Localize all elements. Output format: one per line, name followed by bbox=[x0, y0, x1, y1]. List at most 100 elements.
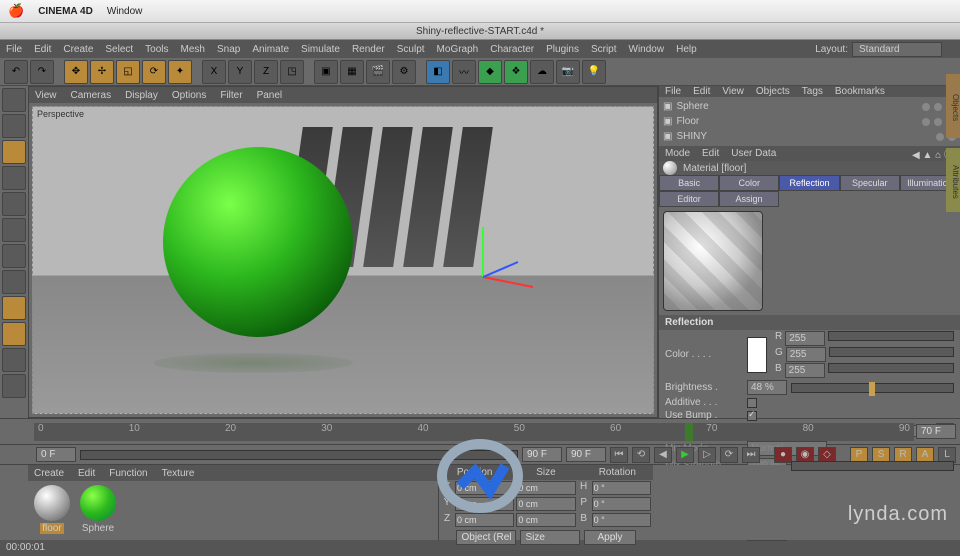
vp-menu-display[interactable]: Display bbox=[125, 90, 158, 101]
vp-menu-cameras[interactable]: Cameras bbox=[71, 90, 112, 101]
goto-end-button[interactable]: ⏭ bbox=[742, 447, 760, 463]
vp-menu-panel[interactable]: Panel bbox=[257, 90, 283, 101]
apple-icon[interactable]: 🍎 bbox=[8, 3, 24, 19]
camera-button[interactable]: 📷 bbox=[556, 60, 580, 84]
redo-button[interactable]: ↷ bbox=[30, 60, 54, 84]
menu-create[interactable]: Create bbox=[63, 44, 93, 55]
r-slider[interactable] bbox=[828, 331, 954, 341]
object-row-sphere[interactable]: ▣Sphere bbox=[663, 99, 956, 114]
mac-menu-window[interactable]: Window bbox=[107, 6, 143, 17]
range-slider[interactable] bbox=[80, 450, 518, 460]
axis-x-button[interactable]: X bbox=[202, 60, 226, 84]
om-objects[interactable]: Objects bbox=[756, 86, 790, 97]
mm-texture[interactable]: Texture bbox=[162, 468, 195, 479]
poly-mode-button[interactable] bbox=[2, 244, 26, 268]
mm-function[interactable]: Function bbox=[109, 468, 147, 479]
light-button[interactable]: 💡 bbox=[582, 60, 606, 84]
b-slider[interactable] bbox=[828, 363, 954, 373]
om-bookmarks[interactable]: Bookmarks bbox=[835, 86, 885, 97]
tweak-mode-button[interactable] bbox=[2, 296, 26, 320]
menu-plugins[interactable]: Plugins bbox=[546, 44, 579, 55]
next-frame-button[interactable]: ▷ bbox=[698, 447, 716, 463]
spline-button[interactable]: 〰 bbox=[452, 60, 476, 84]
rotate-tool[interactable]: ⟳ bbox=[142, 60, 166, 84]
render-region-button[interactable]: ▦ bbox=[340, 60, 364, 84]
material-floor[interactable]: floor bbox=[32, 485, 72, 534]
range-start[interactable]: 0 F bbox=[36, 447, 76, 462]
mac-app-name[interactable]: CINEMA 4D bbox=[38, 6, 93, 17]
brightness-field[interactable]: 48 % bbox=[747, 380, 787, 395]
menu-simulate[interactable]: Simulate bbox=[301, 44, 340, 55]
menu-render[interactable]: Render bbox=[352, 44, 385, 55]
generator-button[interactable]: ◆ bbox=[478, 60, 502, 84]
g-slider[interactable] bbox=[829, 347, 954, 357]
size-z[interactable] bbox=[516, 513, 575, 527]
menu-animate[interactable]: Animate bbox=[252, 44, 289, 55]
brightness-slider[interactable] bbox=[791, 383, 954, 393]
make-editable-button[interactable] bbox=[2, 88, 26, 112]
model-mode-button[interactable] bbox=[2, 114, 26, 138]
layout-select[interactable]: Standard bbox=[852, 42, 942, 57]
material-preview[interactable] bbox=[663, 211, 763, 311]
range-total[interactable]: 90 F bbox=[566, 447, 606, 462]
menu-character[interactable]: Character bbox=[490, 44, 534, 55]
menu-tools[interactable]: Tools bbox=[145, 44, 168, 55]
render-settings-button[interactable]: ⚙ bbox=[392, 60, 416, 84]
select-tool[interactable]: ✥ bbox=[64, 60, 88, 84]
snap-button[interactable] bbox=[2, 322, 26, 346]
texture-mode-button[interactable] bbox=[2, 140, 26, 164]
timeline-ruler[interactable]: 0102030405060708090 bbox=[34, 423, 914, 441]
size-x[interactable] bbox=[516, 481, 575, 495]
om-edit[interactable]: Edit bbox=[693, 86, 710, 97]
coord-apply-button[interactable]: Apply bbox=[584, 530, 635, 545]
mm-create[interactable]: Create bbox=[34, 468, 64, 479]
additive-checkbox[interactable] bbox=[747, 398, 757, 408]
menu-sculpt[interactable]: Sculpt bbox=[397, 44, 425, 55]
axis-mode-button[interactable] bbox=[2, 270, 26, 294]
color-swatch[interactable] bbox=[747, 337, 767, 373]
tab-assign[interactable]: Assign bbox=[719, 191, 779, 207]
sidetab-objects[interactable]: Objects bbox=[946, 74, 960, 138]
coord-size-select[interactable]: Size bbox=[520, 530, 580, 545]
timeline-playhead[interactable] bbox=[685, 423, 693, 441]
timeline-end[interactable]: 70 F bbox=[916, 424, 956, 439]
range-end[interactable]: 90 F bbox=[522, 447, 562, 462]
tab-reflection[interactable]: Reflection bbox=[779, 175, 839, 191]
scale-tool[interactable]: ◱ bbox=[116, 60, 140, 84]
material-sphere[interactable]: Sphere bbox=[78, 485, 118, 534]
am-userdata[interactable]: User Data bbox=[731, 148, 776, 159]
coord-sys-button[interactable]: ◳ bbox=[280, 60, 304, 84]
primitive-cube-button[interactable]: ◧ bbox=[426, 60, 450, 84]
object-row-floor[interactable]: ▣Floor bbox=[663, 114, 956, 129]
menu-help[interactable]: Help bbox=[676, 44, 697, 55]
tab-basic[interactable]: Basic bbox=[659, 175, 719, 191]
menu-window[interactable]: Window bbox=[629, 44, 665, 55]
mm-edit[interactable]: Edit bbox=[78, 468, 95, 479]
prev-frame-button[interactable]: ◀ bbox=[654, 447, 672, 463]
vp-menu-view[interactable]: View bbox=[35, 90, 57, 101]
render-view-button[interactable]: ▣ bbox=[314, 60, 338, 84]
object-row-shiny[interactable]: ▣SHINY bbox=[663, 129, 956, 144]
pos-y[interactable] bbox=[455, 497, 514, 511]
next-key-button[interactable]: ⟳ bbox=[720, 447, 738, 463]
axis-y-button[interactable]: Y bbox=[228, 60, 252, 84]
tab-editor[interactable]: Editor bbox=[659, 191, 719, 207]
viewport[interactable]: Perspective bbox=[32, 106, 654, 414]
undo-button[interactable]: ↶ bbox=[4, 60, 28, 84]
prev-key-button[interactable]: ⟲ bbox=[632, 447, 650, 463]
menu-snap[interactable]: Snap bbox=[217, 44, 240, 55]
rot-h[interactable] bbox=[592, 481, 651, 495]
move-tool[interactable]: ✢ bbox=[90, 60, 114, 84]
rot-b[interactable] bbox=[592, 513, 651, 527]
axis-z-button[interactable]: Z bbox=[254, 60, 278, 84]
workplane-button[interactable] bbox=[2, 348, 26, 372]
environment-button[interactable]: ☁ bbox=[530, 60, 554, 84]
sidetab-attributes[interactable]: Attributes bbox=[946, 148, 960, 212]
pos-z[interactable] bbox=[455, 513, 514, 527]
object-mode-button[interactable] bbox=[2, 166, 26, 190]
tab-specular[interactable]: Specular bbox=[840, 175, 900, 191]
b-field[interactable]: 255 bbox=[785, 363, 825, 378]
coord-mode-select[interactable]: Object (Rel bbox=[456, 530, 516, 545]
om-file[interactable]: File bbox=[665, 86, 681, 97]
point-mode-button[interactable] bbox=[2, 192, 26, 216]
